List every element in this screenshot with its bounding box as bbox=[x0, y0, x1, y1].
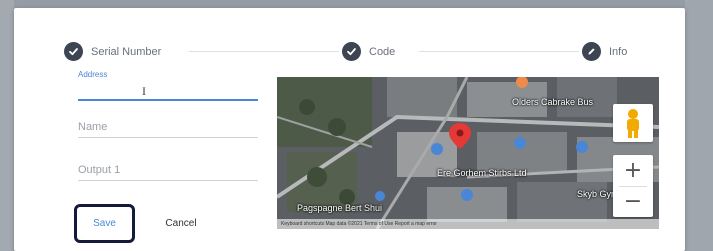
pegman-icon bbox=[627, 109, 639, 138]
address-field: Address I bbox=[78, 70, 258, 101]
step-code[interactable]: Code bbox=[342, 42, 395, 61]
stepper: Serial Number Code Info bbox=[14, 8, 685, 68]
zoom-controls: + − bbox=[613, 155, 653, 217]
step-connector bbox=[189, 51, 339, 52]
output-field bbox=[78, 159, 258, 181]
backdrop-left bbox=[0, 0, 14, 251]
step-label: Serial Number bbox=[91, 45, 162, 58]
map-view[interactable]: Olders Cabrake Bus Ere Gorhem Stirbs Ltd… bbox=[277, 77, 659, 229]
pencil-icon bbox=[582, 42, 601, 61]
cancel-button[interactable]: Cancel bbox=[155, 213, 207, 233]
name-field bbox=[78, 116, 258, 138]
backdrop-right bbox=[685, 0, 713, 251]
info-dialog: Serial Number Code Info Address I Sa bbox=[14, 8, 685, 251]
name-input[interactable] bbox=[78, 116, 258, 138]
backdrop-top bbox=[0, 0, 713, 8]
map-attribution: Keyboard shortcuts Map data ©2021 Terms … bbox=[277, 219, 659, 229]
zoom-in-button[interactable]: + bbox=[613, 155, 653, 186]
map-label: Olders Cabrake Bus bbox=[512, 97, 594, 107]
step-serial-number[interactable]: Serial Number bbox=[64, 42, 161, 61]
address-input[interactable] bbox=[78, 79, 258, 101]
zoom-out-button[interactable]: − bbox=[613, 186, 653, 217]
save-button[interactable]: Save bbox=[74, 204, 135, 243]
output-input[interactable] bbox=[78, 159, 258, 181]
step-label: Info bbox=[609, 45, 628, 58]
map-label: Ere Gorhem Stirbs Ltd bbox=[437, 168, 527, 178]
address-label: Address bbox=[78, 70, 108, 79]
step-connector bbox=[419, 51, 579, 52]
street-view-pegman-button[interactable] bbox=[613, 104, 653, 142]
check-icon bbox=[64, 42, 83, 61]
text-cursor-icon: I bbox=[142, 84, 146, 98]
check-icon bbox=[342, 42, 361, 61]
map-label: Pagspagne Bert Shui bbox=[297, 203, 383, 213]
step-info[interactable]: Info bbox=[582, 42, 627, 61]
step-label: Code bbox=[369, 45, 396, 58]
